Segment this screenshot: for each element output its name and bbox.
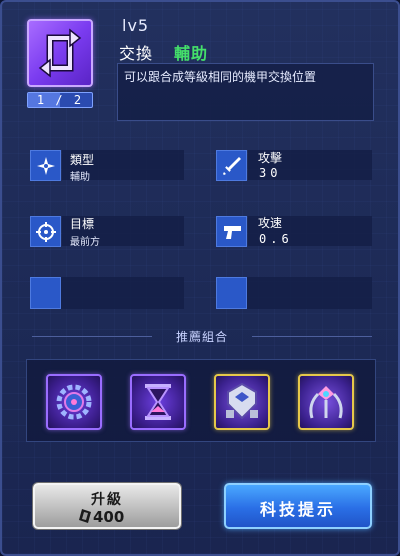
hourglass-icon[interactable] bbox=[130, 374, 186, 430]
tech-hint-button[interactable]: 科技提示 bbox=[224, 483, 372, 529]
upgrade-button[interactable]: 升級 400 bbox=[33, 483, 181, 529]
energy-cost-icon bbox=[79, 509, 91, 523]
skill-name: 交換 bbox=[119, 44, 154, 63]
empty-stat-slot bbox=[30, 277, 184, 309]
empty-stat-slot bbox=[216, 277, 372, 309]
stat-target-value: 最前方 bbox=[70, 237, 100, 248]
skill-type-tag: 輔助 bbox=[174, 44, 209, 63]
pistol-icon bbox=[216, 216, 247, 247]
upgrade-button-label: 升級 bbox=[91, 492, 123, 508]
crosshair-icon bbox=[30, 216, 61, 247]
empty-slot-square bbox=[30, 277, 61, 309]
shield-mech-icon[interactable] bbox=[214, 374, 270, 430]
level-progress-max: 2 bbox=[73, 93, 84, 107]
gear-mech-icon[interactable] bbox=[46, 374, 102, 430]
skill-level: lv5 bbox=[122, 16, 150, 35]
skill-description: 可以跟合成等級相同的機甲交換位置 bbox=[117, 63, 374, 121]
stat-attack-value: 30 bbox=[259, 166, 282, 180]
skill-description-text: 可以跟合成等級相同的機甲交換位置 bbox=[124, 70, 317, 84]
level-progress-bar: 1 / 2 bbox=[27, 92, 93, 108]
swap-skill-icon bbox=[27, 19, 93, 87]
claw-mech-icon[interactable] bbox=[298, 374, 354, 430]
stat-attack-label: 攻擊 bbox=[258, 151, 283, 165]
stat-target-label: 目標 bbox=[70, 217, 95, 231]
tech-hint-button-label: 科技提示 bbox=[259, 500, 336, 519]
sword-icon bbox=[216, 150, 247, 181]
stat-speed-value: 0.6 bbox=[259, 232, 293, 246]
stat-speed-label: 攻速 bbox=[258, 216, 283, 230]
stat-type-value: 輔助 bbox=[70, 172, 90, 183]
stat-type-label: 類型 bbox=[70, 153, 95, 167]
level-progress-current: 1 bbox=[36, 93, 47, 107]
skill-detail-panel: 1 / 2 lv5 交換 輔助 可以跟合成等級相同的機甲交換位置 類型 輔助 攻… bbox=[0, 0, 400, 556]
level-progress-separator: / bbox=[55, 93, 65, 107]
divider-right bbox=[252, 336, 372, 337]
upgrade-cost: 400 bbox=[93, 508, 125, 526]
empty-slot-square bbox=[216, 277, 247, 309]
shuriken-icon bbox=[30, 150, 61, 181]
